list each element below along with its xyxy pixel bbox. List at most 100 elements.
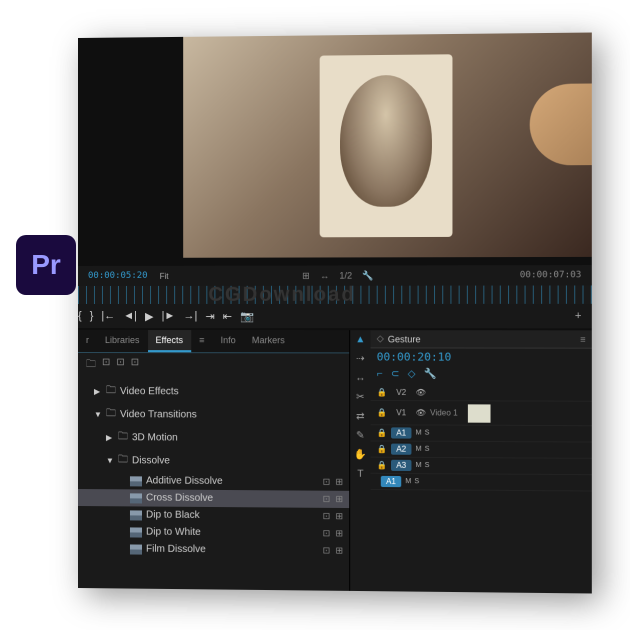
lock-icon[interactable]: 🔒 <box>377 428 387 437</box>
track-a3[interactable]: 🔒 A3 MS <box>371 458 592 476</box>
settings-icon[interactable]: 🔧 <box>424 369 437 380</box>
tree-item-dip-to-black[interactable]: Dip to Black⊡⊞ <box>78 506 349 525</box>
add-button[interactable]: + <box>575 310 582 322</box>
track-label[interactable]: V2 <box>391 387 411 398</box>
track-a1[interactable]: A1 MS <box>371 474 592 492</box>
pen-tool[interactable]: ✎ <box>356 430 365 441</box>
preset-bin-icon[interactable]: 🗀 <box>86 357 96 374</box>
wrench-icon[interactable]: 🔧 <box>362 270 373 281</box>
tab-r[interactable]: r <box>78 330 97 352</box>
tool-palette: ▲ ⇢ ↔ ✂ ⇄ ✎ ✋ T <box>350 330 370 591</box>
solo-button[interactable]: S <box>425 446 430 453</box>
track-label[interactable]: A1 <box>391 427 411 438</box>
folder-icon: 🗀 <box>118 429 128 446</box>
tree-item-video-transitions[interactable]: ▼🗀Video Transitions <box>78 403 349 427</box>
tab-info[interactable]: Info <box>213 330 244 352</box>
item-label: Video Transitions <box>120 409 197 420</box>
folder-icon: 🗀 <box>106 383 116 400</box>
lock-icon[interactable]: 🔒 <box>377 461 387 470</box>
clip-thumbnail[interactable] <box>468 404 491 422</box>
link-icon[interactable]: ⊂ <box>391 369 400 380</box>
mute-button[interactable]: M <box>416 446 422 453</box>
lock-icon[interactable]: 🔒 <box>377 445 387 454</box>
export-frame-button[interactable]: 📷 <box>240 309 254 322</box>
app-icon: Pr <box>16 235 76 295</box>
solo-button[interactable]: S <box>425 430 430 437</box>
disclosure-arrow-icon: ▶ <box>106 433 114 442</box>
tree-item-cross-dissolve[interactable]: Cross Dissolve⊡⊞ <box>78 489 349 508</box>
tab-menu-icon[interactable]: ≡ <box>191 330 212 352</box>
tree-item-3d-motion[interactable]: ▶ 🗀 3D Motion <box>78 426 349 450</box>
program-monitor[interactable] <box>183 33 592 258</box>
tree-item-film-dissolve[interactable]: Film Dissolve⊡⊞ <box>78 540 349 560</box>
step-back-button[interactable]: ◄| <box>123 310 137 322</box>
playhead-timecode[interactable]: 00:00:20:10 <box>371 348 592 366</box>
tree-item-additive-dissolve[interactable]: Additive Dissolve⊡⊞ <box>78 472 349 491</box>
hand-tool[interactable]: ✋ <box>354 449 367 460</box>
ripple-tool[interactable]: ↔ <box>355 373 365 384</box>
track-label[interactable]: A2 <box>391 444 411 455</box>
track-v2[interactable]: 🔒 V2 👁 <box>371 385 592 402</box>
go-out-button[interactable]: →| <box>183 310 197 322</box>
panel-menu-icon[interactable]: ≡ <box>580 334 585 344</box>
eye-icon[interactable]: 👁 <box>416 408 426 417</box>
out-timecode[interactable]: 00:00:07:03 <box>520 270 582 280</box>
item-label: 3D Motion <box>132 432 178 443</box>
eye-icon[interactable]: 👁 <box>416 388 426 397</box>
tab-libraries[interactable]: Libraries <box>97 330 148 352</box>
type-tool[interactable]: T <box>357 469 363 480</box>
step-fwd-button[interactable]: |► <box>162 310 176 322</box>
fx-type-2-icon[interactable]: ⊡ <box>116 357 124 374</box>
item-label: Dissolve <box>132 455 170 466</box>
fx-type-3-icon[interactable]: ⊡ <box>131 357 139 374</box>
slip-tool[interactable]: ⇄ <box>356 411 365 422</box>
selection-tool[interactable]: ▲ <box>355 334 365 345</box>
tab-effects[interactable]: Effects <box>148 330 192 352</box>
solo-button[interactable]: S <box>414 478 419 485</box>
mute-button[interactable]: M <box>416 430 422 437</box>
time-ruler[interactable]: CGDownload <box>78 285 592 304</box>
tree-item-video-effects[interactable]: ▶🗀Video Effects <box>78 380 349 404</box>
mark-in-button[interactable]: { <box>78 310 82 322</box>
panel-tabs: rLibrariesEffects≡InfoMarkers <box>78 330 349 353</box>
mute-button[interactable]: M <box>416 462 422 469</box>
lift-button[interactable]: ⇥ <box>205 309 214 322</box>
resolution-label[interactable]: 1/2 <box>339 270 352 281</box>
track-a2[interactable]: 🔒 A2 MS <box>371 441 592 458</box>
folder-icon: 🗀 <box>118 452 128 469</box>
item-label: Additive Dissolve <box>146 475 223 487</box>
accel-icon: ⊡ <box>323 494 331 505</box>
in-timecode[interactable]: 00:00:05:20 <box>88 271 148 281</box>
item-label: Dip to Black <box>146 510 200 521</box>
mute-button[interactable]: M <box>405 478 411 485</box>
marker-icon[interactable]: ◇ <box>408 369 416 380</box>
zoom-fit[interactable]: Fit <box>160 271 169 280</box>
play-button[interactable]: ▶ <box>145 309 153 322</box>
go-in-button[interactable]: |← <box>101 310 115 322</box>
loop-icon[interactable]: ↔ <box>320 270 329 281</box>
track-a1[interactable]: 🔒 A1 MS <box>371 425 592 442</box>
track-v1[interactable]: 🔒V1👁Video 1 <box>371 401 592 426</box>
lock-icon[interactable]: 🔒 <box>377 408 387 417</box>
transition-icon <box>130 493 142 503</box>
track-label[interactable]: A3 <box>391 460 411 471</box>
transition-icon <box>130 527 142 537</box>
mark-out-button[interactable]: } <box>90 310 94 322</box>
safe-margins-icon[interactable]: ⊞ <box>302 270 310 281</box>
track-label[interactable]: V1 <box>391 407 411 418</box>
razor-tool[interactable]: ✂ <box>356 392 365 403</box>
transition-icon <box>130 544 142 554</box>
fx-type-1-icon[interactable]: ⊡ <box>102 357 110 374</box>
track-select-tool[interactable]: ⇢ <box>356 353 365 364</box>
lock-icon[interactable]: 🔒 <box>377 388 387 397</box>
tab-markers[interactable]: Markers <box>244 330 293 352</box>
accel-icon: ⊡ <box>323 528 331 539</box>
tree-item-dissolve[interactable]: ▼🗀Dissolve <box>78 449 349 474</box>
effects-toolbar: 🗀 ⊡ ⊡ ⊡ <box>78 353 349 379</box>
snap-icon[interactable]: ⌐ <box>377 369 383 380</box>
effects-panel: rLibrariesEffects≡InfoMarkers 🗀 ⊡ ⊡ ⊡ ▶🗀… <box>78 330 350 591</box>
track-label[interactable]: A1 <box>381 476 401 487</box>
sequence-name[interactable]: Gesture <box>388 334 421 344</box>
extract-button[interactable]: ⇤ <box>223 309 232 322</box>
solo-button[interactable]: S <box>425 462 430 469</box>
